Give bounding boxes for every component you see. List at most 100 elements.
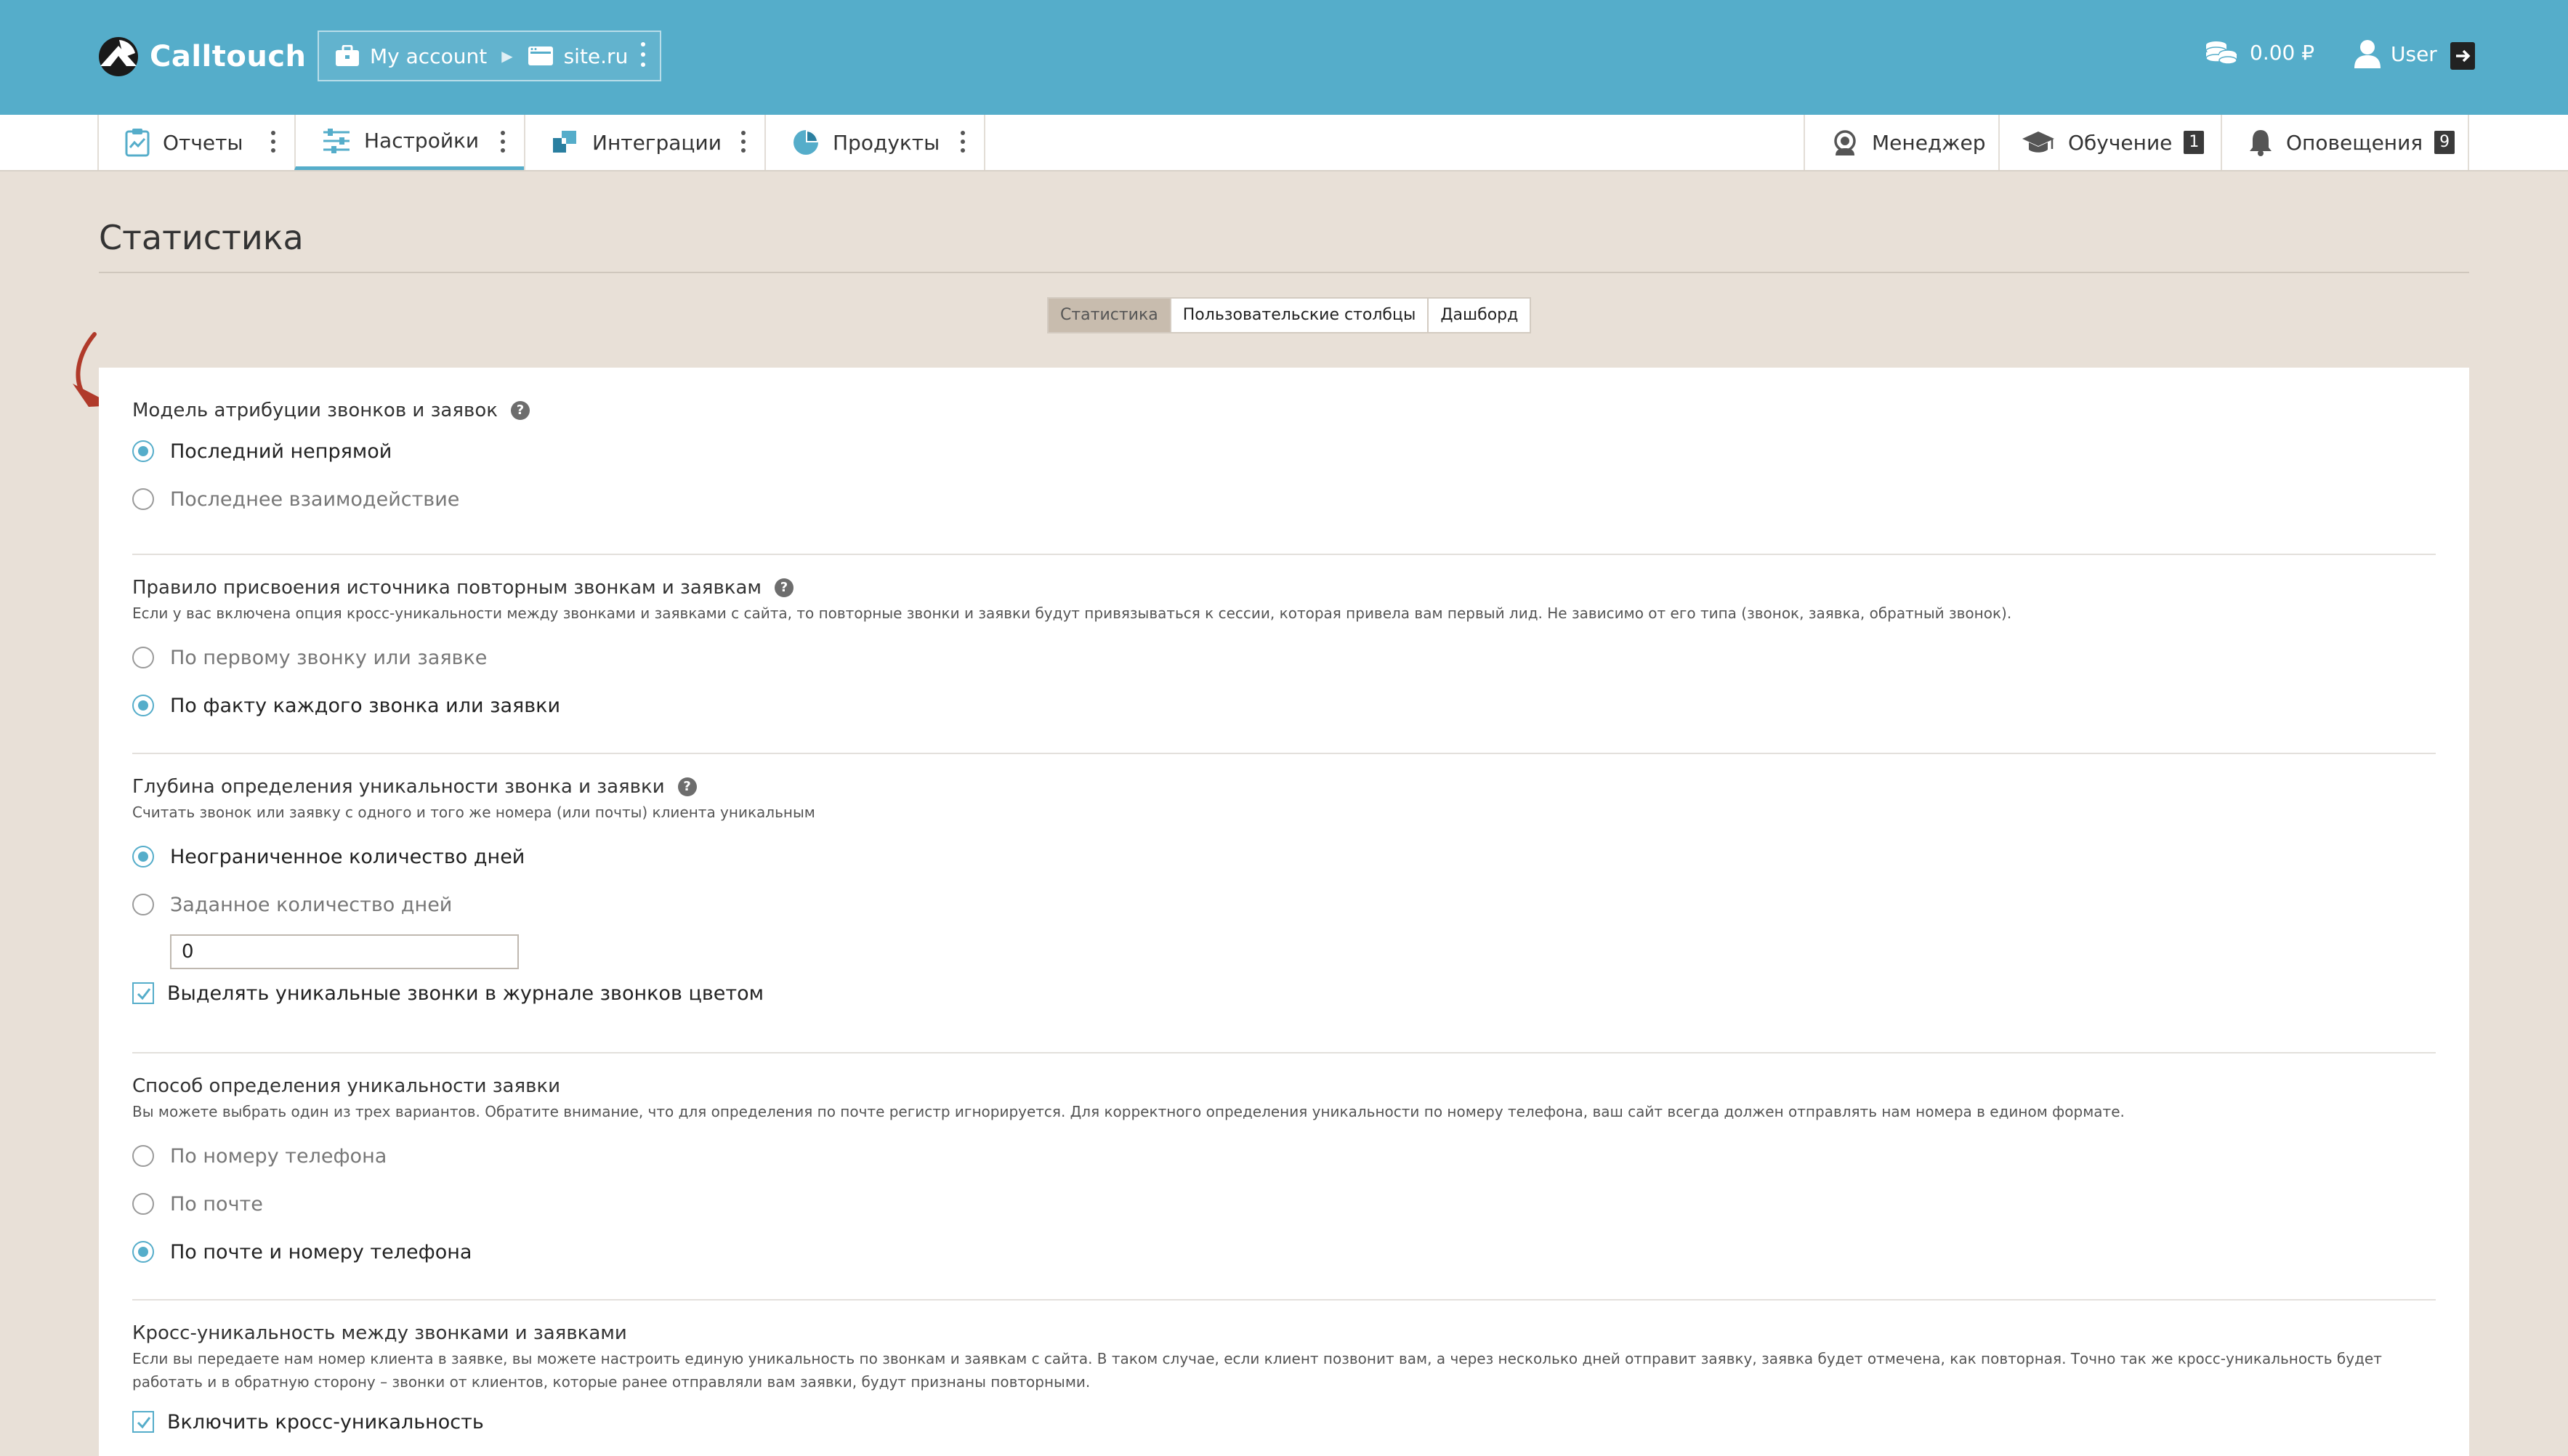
account-label[interactable]: My account bbox=[370, 44, 487, 68]
nav-integrations-kebab-icon[interactable] bbox=[741, 131, 746, 153]
radio-label: По факту каждого звонка или заявки bbox=[170, 694, 561, 717]
section-repeat-rule: Правило присвоения источника повторным з… bbox=[132, 577, 2436, 729]
nav-reports-kebab-icon[interactable] bbox=[271, 131, 275, 153]
coins-icon bbox=[2205, 41, 2237, 65]
clipboard-chart-icon bbox=[125, 128, 150, 157]
radio-button[interactable] bbox=[132, 1145, 154, 1167]
sliders-icon bbox=[322, 128, 351, 154]
nav-label: Отчеты bbox=[163, 130, 243, 155]
nav-item-settings[interactable]: Настройки bbox=[294, 115, 524, 170]
section-description: Вы можете выбрать один из трех вариантов… bbox=[132, 1103, 2125, 1120]
account-menu-kebab-icon[interactable] bbox=[641, 42, 645, 67]
balance-value: 0.00 ₽ bbox=[2250, 40, 2315, 65]
nav-item-training[interactable]: Обучение 1 bbox=[1998, 115, 2221, 170]
radio-by-email-and-phone[interactable]: По почте и номеру телефона bbox=[132, 1228, 2436, 1276]
radio-label: Последний непрямой bbox=[170, 440, 392, 463]
radio-label: Последнее взаимодействие bbox=[170, 488, 460, 511]
checkbox[interactable] bbox=[132, 1411, 154, 1433]
site-label[interactable]: site.ru bbox=[564, 44, 629, 68]
user-label[interactable]: User bbox=[2391, 42, 2437, 66]
breadcrumb-arrow-icon: ▶ bbox=[501, 47, 513, 65]
balance[interactable]: 0.00 ₽ bbox=[2205, 39, 2314, 65]
subtab-statistics[interactable]: Статистика bbox=[1049, 299, 1170, 332]
radio-button[interactable] bbox=[132, 846, 154, 867]
nav-item-integrations[interactable]: Интеграции bbox=[524, 115, 764, 170]
radio-by-email[interactable]: По почте bbox=[132, 1180, 2436, 1228]
nav-products-kebab-icon[interactable] bbox=[961, 131, 965, 153]
page-title: Статистика bbox=[99, 218, 304, 257]
nav-item-notifications[interactable]: Оповещения 9 bbox=[2221, 115, 2469, 170]
section-divider bbox=[132, 753, 2436, 754]
checkmark-icon bbox=[137, 988, 151, 1000]
logout-icon[interactable] bbox=[2450, 42, 2475, 70]
subtabs: Статистика Пользовательские столбцы Дашб… bbox=[1047, 297, 1532, 333]
section-title: Правило присвоения источника повторным з… bbox=[132, 577, 2436, 599]
help-icon[interactable]: ? bbox=[775, 578, 794, 597]
nav-label: Продукты bbox=[833, 130, 940, 155]
nav-settings-kebab-icon[interactable] bbox=[501, 131, 505, 153]
radio-button[interactable] bbox=[132, 695, 154, 716]
nav-item-manager[interactable]: Менеджер bbox=[1804, 115, 1998, 170]
checkbox[interactable] bbox=[132, 982, 154, 1004]
checkbox-label: Включить кросс-уникальность bbox=[167, 1410, 484, 1433]
nav-item-products[interactable]: Продукты bbox=[764, 115, 985, 170]
help-icon[interactable]: ? bbox=[677, 777, 697, 796]
puzzle-icon bbox=[552, 129, 579, 155]
radio-button[interactable] bbox=[132, 440, 154, 462]
radio-label: По номеру телефона bbox=[170, 1144, 387, 1168]
cross-uniqueness-checkbox-row[interactable]: Включить кросс-уникальность bbox=[132, 1404, 2436, 1440]
radio-label: Неограниченное количество дней bbox=[170, 845, 525, 868]
section-title-text: Глубина определения уникальности звонка … bbox=[132, 776, 665, 798]
calltouch-logo[interactable]: Calltouch bbox=[97, 32, 307, 81]
nav-label: Обучение bbox=[2068, 130, 2173, 155]
radio-first-call[interactable]: По первому звонку или заявке bbox=[132, 634, 2436, 682]
top-bar: Calltouch My account ▶ site.ru 0.00 ₽ Us… bbox=[0, 0, 2568, 115]
section-title-text: Кросс-уникальность между звонками и заяв… bbox=[132, 1322, 627, 1344]
subtab-dashboard[interactable]: Дашборд bbox=[1427, 299, 1530, 332]
radio-last-indirect[interactable]: Последний непрямой bbox=[132, 427, 2436, 475]
radio-label: По почте bbox=[170, 1192, 263, 1216]
section-description: Если у вас включена опция кросс-уникальн… bbox=[132, 604, 2012, 622]
radio-button[interactable] bbox=[132, 488, 154, 510]
account-selector[interactable]: My account ▶ site.ru bbox=[318, 31, 661, 81]
section-cross-uniqueness: Кросс-уникальность между звонками и заяв… bbox=[132, 1322, 2436, 1440]
section-title: Способ определения уникальности заявки bbox=[132, 1075, 2436, 1097]
help-icon[interactable]: ? bbox=[510, 401, 530, 420]
nav-item-reports[interactable]: Отчеты bbox=[97, 115, 294, 170]
section-attribution: Модель атрибуции звонков и заявок ? Посл… bbox=[132, 400, 2436, 523]
radio-by-phone[interactable]: По номеру телефона bbox=[132, 1132, 2436, 1180]
radio-label: Заданное количество дней bbox=[170, 893, 453, 916]
radio-button[interactable] bbox=[132, 894, 154, 915]
section-title-text: Правило присвоения источника повторным з… bbox=[132, 577, 762, 599]
subtab-custom-columns[interactable]: Пользовательские столбцы bbox=[1169, 299, 1428, 332]
nav-label: Интеграции bbox=[592, 130, 722, 155]
section-divider bbox=[132, 1052, 2436, 1053]
browser-window-icon bbox=[528, 46, 554, 66]
training-badge: 1 bbox=[2184, 131, 2205, 154]
notifications-badge: 9 bbox=[2434, 131, 2455, 154]
radio-each-call[interactable]: По факту каждого звонка или заявки bbox=[132, 682, 2436, 729]
radio-label: По первому звонку или заявке bbox=[170, 646, 488, 669]
section-divider bbox=[132, 554, 2436, 555]
radio-button[interactable] bbox=[132, 1193, 154, 1215]
radio-button[interactable] bbox=[132, 647, 154, 668]
app-name: Calltouch bbox=[150, 40, 307, 73]
checkbox-label: Выделять уникальные звонки в журнале зво… bbox=[167, 982, 764, 1005]
section-divider bbox=[132, 1299, 2436, 1301]
nav-label: Оповещения bbox=[2286, 130, 2423, 155]
radio-last-interaction[interactable]: Последнее взаимодействие bbox=[132, 475, 2436, 523]
radio-label: По почте и номеру телефона bbox=[170, 1240, 472, 1263]
radio-unlimited-days[interactable]: Неограниченное количество дней bbox=[132, 833, 2436, 881]
radio-set-days[interactable]: Заданное количество дней bbox=[132, 881, 2436, 929]
settings-panel: Модель атрибуции звонков и заявок ? Посл… bbox=[99, 368, 2469, 1456]
section-title: Модель атрибуции звонков и заявок ? bbox=[132, 400, 2436, 421]
section-title-text: Способ определения уникальности заявки bbox=[132, 1075, 561, 1097]
days-input[interactable]: 0 bbox=[170, 934, 519, 969]
graduation-cap-icon bbox=[2022, 130, 2055, 155]
section-title: Кросс-уникальность между звонками и заяв… bbox=[132, 1322, 2436, 1344]
radio-button[interactable] bbox=[132, 1241, 154, 1263]
user-menu[interactable]: User bbox=[2354, 39, 2437, 68]
highlight-unique-checkbox-row[interactable]: Выделять уникальные звонки в журнале зво… bbox=[132, 975, 2436, 1011]
checkmark-icon bbox=[137, 1417, 151, 1429]
calltouch-logo-icon bbox=[99, 37, 138, 76]
